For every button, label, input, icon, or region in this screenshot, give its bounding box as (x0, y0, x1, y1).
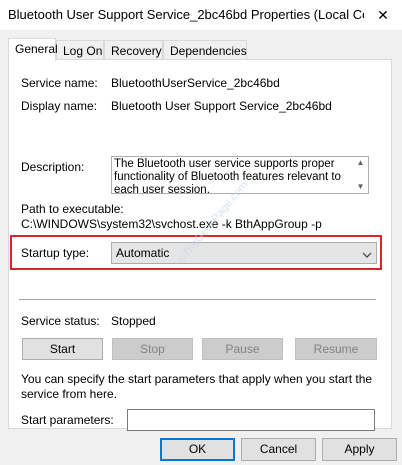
ok-button[interactable]: OK (160, 438, 235, 461)
description-scrollbar[interactable]: ▲ ▼ (353, 157, 368, 193)
close-icon: ✕ (377, 6, 389, 23)
dialog-body: General Log On Recovery Dependencies Ser… (0, 30, 402, 465)
description-textbox[interactable]: The Bluetooth user service supports prop… (111, 156, 369, 194)
tab-dependencies[interactable]: Dependencies (163, 40, 247, 60)
start-params-help-text: You can specify the start parameters tha… (21, 372, 373, 401)
resume-button[interactable]: Resume (295, 338, 377, 360)
divider (19, 299, 376, 300)
description-label: Description: (21, 160, 85, 174)
scroll-up-icon[interactable]: ▲ (357, 157, 365, 169)
startup-type-label: Startup type: (21, 246, 90, 260)
startup-type-value: Automatic (116, 246, 170, 260)
startup-type-select[interactable]: Automatic (111, 242, 377, 264)
service-status-label: Service status: (21, 314, 100, 328)
start-params-label: Start parameters: (21, 413, 114, 427)
cancel-button[interactable]: Cancel (241, 438, 316, 461)
description-text: The Bluetooth user service supports prop… (114, 158, 341, 194)
display-name-value: Bluetooth User Support Service_2bc46bd (111, 99, 332, 113)
start-params-input[interactable] (127, 409, 375, 431)
scroll-down-icon[interactable]: ▼ (357, 181, 365, 193)
path-value: C:\WINDOWS\system32\svchost.exe -k BthAp… (21, 217, 322, 231)
tab-general[interactable]: General (8, 38, 58, 61)
service-name-value: BluetoothUserService_2bc46bd (111, 76, 280, 90)
tab-recovery[interactable]: Recovery (104, 40, 163, 60)
tab-log-on[interactable]: Log On (56, 40, 104, 60)
stop-button[interactable]: Stop (112, 338, 193, 360)
apply-button[interactable]: Apply (322, 438, 397, 461)
general-panel: Service name: BluetoothUserService_2bc46… (8, 59, 392, 431)
display-name-label: Display name: (21, 99, 98, 113)
start-button[interactable]: Start (22, 338, 103, 360)
pause-button[interactable]: Pause (202, 338, 283, 360)
service-status-value: Stopped (111, 314, 156, 328)
chevron-down-icon (362, 248, 372, 262)
path-label: Path to executable: (21, 202, 124, 216)
window-title: Bluetooth User Support Service_2bc46bd P… (8, 7, 364, 22)
title-bar: Bluetooth User Support Service_2bc46bd P… (0, 0, 402, 30)
close-button[interactable]: ✕ (364, 0, 402, 30)
service-name-label: Service name: (21, 76, 98, 90)
